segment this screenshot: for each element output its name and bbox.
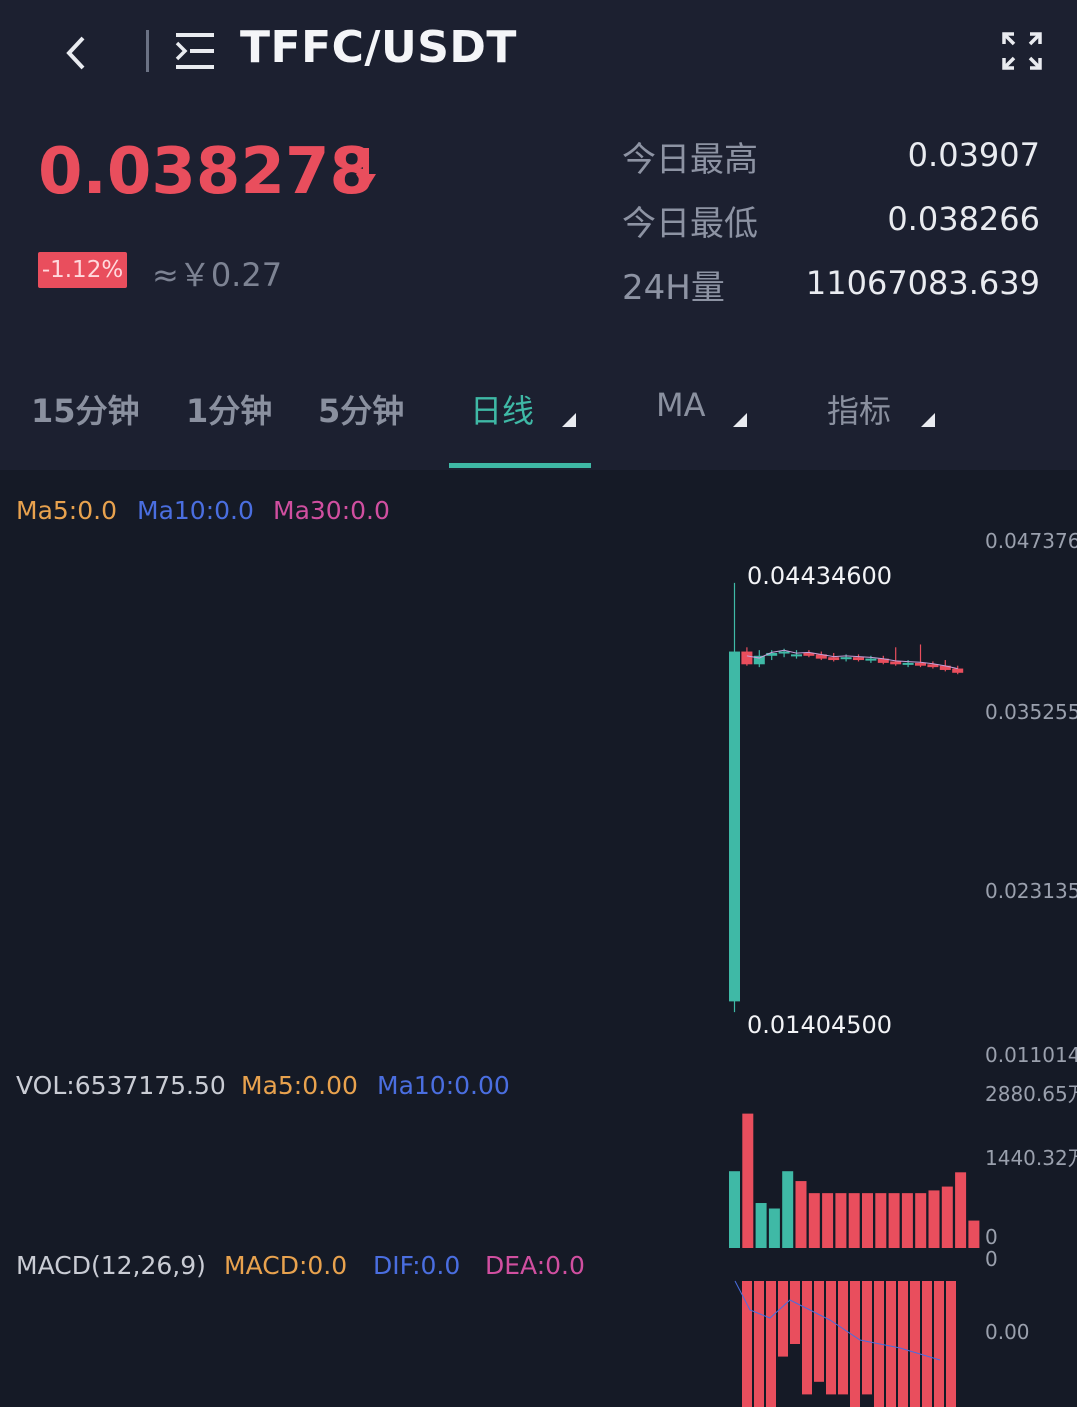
candle-body xyxy=(915,662,926,666)
volume-bar xyxy=(941,1186,953,1248)
volume-axis-label: 2880.65万 xyxy=(985,1082,1077,1106)
volume-bar xyxy=(729,1171,740,1248)
volume-bar xyxy=(875,1193,887,1248)
candle-body xyxy=(890,661,902,665)
macd-bar xyxy=(766,1281,776,1407)
macd-bar xyxy=(838,1281,848,1395)
macd-bar xyxy=(910,1281,920,1407)
volume-axis-label: 1440.32万 xyxy=(985,1146,1077,1170)
volume-axis-label: 0 xyxy=(985,1225,998,1249)
macd-bar xyxy=(778,1281,788,1357)
candle-body xyxy=(853,657,864,661)
candlestick-chart xyxy=(729,582,980,1407)
candle-body xyxy=(741,651,753,665)
macd-bar xyxy=(814,1281,824,1382)
volume-bar xyxy=(848,1193,860,1248)
volume-bar xyxy=(755,1203,767,1248)
volume-bar xyxy=(862,1193,873,1248)
candle-body xyxy=(902,662,914,665)
candle-body xyxy=(791,654,802,657)
macd-bar xyxy=(754,1281,764,1407)
candle-body xyxy=(840,657,852,660)
legend-macd-params: MACD(12,26,9) xyxy=(16,1251,206,1280)
volume-bar xyxy=(782,1171,794,1248)
macd-bar xyxy=(862,1281,872,1395)
candle-body xyxy=(778,651,790,654)
volume-bar xyxy=(768,1208,780,1248)
volume-bar xyxy=(742,1113,754,1248)
volume-bar xyxy=(968,1220,980,1248)
volume-bar xyxy=(901,1193,913,1248)
legend-macd: MACD:0.0 xyxy=(224,1251,348,1280)
macd-bar xyxy=(802,1281,812,1395)
legend-dif: DIF:0.0 xyxy=(373,1251,461,1280)
macd-bar xyxy=(850,1281,860,1407)
legend-vol-ma5: Ma5:0.00 xyxy=(241,1071,358,1100)
dif-line xyxy=(734,1280,941,1361)
volume-bar xyxy=(915,1193,927,1248)
macd-bar xyxy=(886,1281,896,1407)
macd-bar xyxy=(826,1281,836,1395)
candle-body xyxy=(952,668,964,673)
volume-bar xyxy=(835,1193,847,1248)
candle-body xyxy=(828,657,840,661)
ma-line xyxy=(746,649,958,670)
macd-axis-label: 0.00 xyxy=(985,1320,1030,1344)
macd-axis-label: 0 xyxy=(985,1247,998,1271)
candle-body xyxy=(729,651,740,1002)
macd-bar xyxy=(922,1281,932,1407)
macd-bar xyxy=(742,1281,752,1407)
volume-bar xyxy=(928,1190,940,1248)
legend-dea: DEA:0.0 xyxy=(485,1251,585,1280)
macd-bar xyxy=(898,1281,908,1407)
volume-bar xyxy=(888,1193,900,1248)
volume-bar xyxy=(808,1193,820,1248)
legend-vol: VOL:6537175.50 xyxy=(16,1071,226,1100)
volume-bar xyxy=(955,1172,967,1248)
volume-bar xyxy=(822,1193,834,1248)
legend-vol-ma10: Ma10:0.00 xyxy=(377,1071,510,1100)
candle-body xyxy=(865,658,877,661)
volume-bar xyxy=(795,1181,807,1248)
macd-bar xyxy=(934,1281,944,1407)
macd-bar xyxy=(790,1281,800,1344)
macd-bar xyxy=(946,1281,956,1407)
